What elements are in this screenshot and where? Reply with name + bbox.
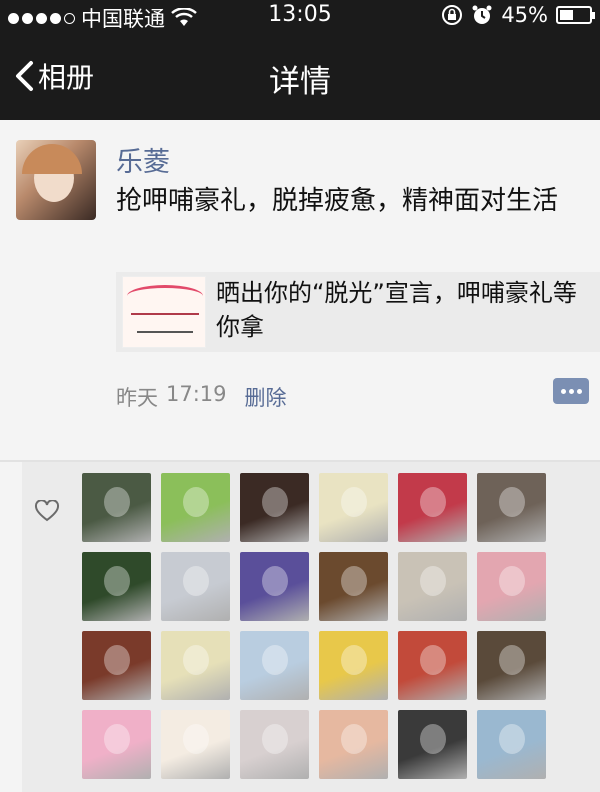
post-date: 昨天 bbox=[116, 386, 158, 410]
liker-avatar[interactable] bbox=[398, 710, 467, 779]
liker-avatar[interactable] bbox=[161, 631, 230, 700]
shared-link-card[interactable]: 晒出你的“脱光”宣言，呷哺豪礼等你拿 bbox=[116, 272, 600, 352]
shared-link-title: 晒出你的“脱光”宣言，呷哺豪礼等你拿 bbox=[216, 279, 577, 341]
liker-avatar[interactable] bbox=[477, 710, 546, 779]
liker-avatar[interactable] bbox=[319, 710, 388, 779]
battery-percent: 45% bbox=[501, 3, 548, 27]
liker-avatar[interactable] bbox=[82, 710, 151, 779]
author-avatar[interactable] bbox=[16, 140, 96, 220]
post-meta: 昨天 17:19 删除 bbox=[116, 382, 287, 412]
moment-post: 乐菱 抢呷哺豪礼，脱掉疲惫，精神面对生活 晒出你的“脱光”宣言，呷哺豪礼等你拿 … bbox=[0, 120, 600, 460]
shared-link-thumbnail bbox=[122, 276, 206, 348]
liker-avatar[interactable] bbox=[240, 631, 309, 700]
alarm-icon bbox=[472, 5, 492, 24]
page-title: 详情 bbox=[269, 64, 331, 100]
status-right: 45% bbox=[441, 3, 595, 27]
liker-avatar[interactable] bbox=[319, 552, 388, 621]
thumbnail-decoration bbox=[127, 285, 203, 307]
liker-avatar[interactable] bbox=[82, 473, 151, 542]
liker-avatar[interactable] bbox=[161, 552, 230, 621]
heart-outline-icon bbox=[34, 500, 60, 522]
thumbnail-decoration bbox=[131, 313, 199, 321]
liker-avatar[interactable] bbox=[82, 631, 151, 700]
liker-avatar[interactable] bbox=[319, 473, 388, 542]
liker-avatar[interactable] bbox=[161, 710, 230, 779]
comment-dot bbox=[577, 389, 582, 394]
liker-avatar[interactable] bbox=[477, 552, 546, 621]
battery-fill bbox=[560, 10, 573, 20]
rotation-lock-icon bbox=[442, 5, 463, 25]
delete-button[interactable]: 删除 bbox=[245, 382, 287, 412]
battery-icon bbox=[556, 6, 595, 24]
liker-avatar[interactable] bbox=[398, 631, 467, 700]
liker-avatar[interactable] bbox=[161, 473, 230, 542]
comment-dot bbox=[561, 389, 566, 394]
status-bar: 中国联通 13:05 45% bbox=[0, 0, 600, 32]
liker-avatar[interactable] bbox=[477, 473, 546, 542]
liker-avatar[interactable] bbox=[319, 631, 388, 700]
thumbnail-decoration bbox=[137, 331, 193, 337]
post-time: 17:19 bbox=[166, 382, 227, 406]
post-text: 抢呷哺豪礼，脱掉疲惫，精神面对生活 bbox=[116, 186, 559, 216]
comment-icon[interactable] bbox=[553, 378, 589, 404]
liker-avatar[interactable] bbox=[240, 473, 309, 542]
liker-avatar[interactable] bbox=[398, 552, 467, 621]
liker-avatar[interactable] bbox=[82, 552, 151, 621]
liker-avatar[interactable] bbox=[398, 473, 467, 542]
liker-avatar[interactable] bbox=[477, 631, 546, 700]
comment-dot bbox=[569, 389, 574, 394]
liker-avatar[interactable] bbox=[240, 710, 309, 779]
author-name[interactable]: 乐菱 bbox=[116, 140, 170, 179]
nav-bar: 相册 详情 bbox=[0, 32, 600, 120]
liker-avatar[interactable] bbox=[240, 552, 309, 621]
